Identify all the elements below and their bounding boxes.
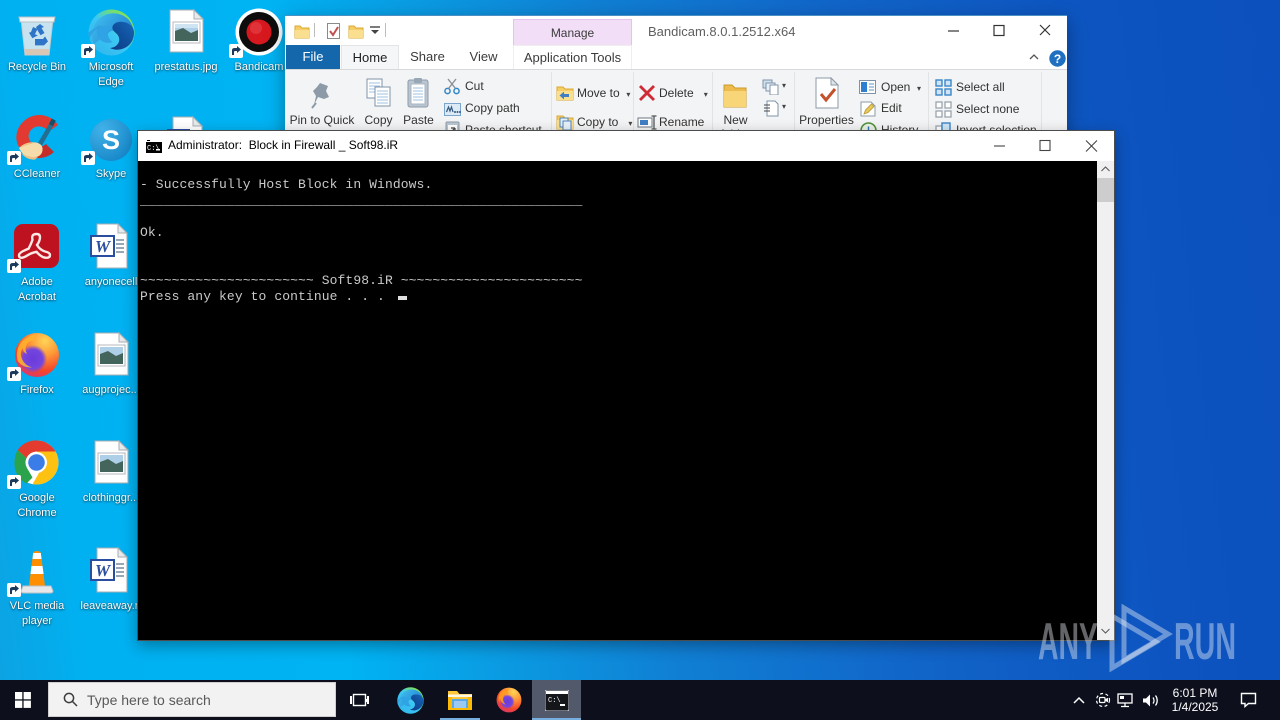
svg-text:S: S xyxy=(102,125,120,155)
svg-text:RUN: RUN xyxy=(1174,613,1236,671)
svg-text:C:\: C:\ xyxy=(548,697,561,705)
svg-text:ANY: ANY xyxy=(1038,613,1098,671)
svg-text:?: ? xyxy=(1054,52,1061,66)
svg-text:W: W xyxy=(95,237,112,256)
svg-text:W: W xyxy=(95,561,112,580)
